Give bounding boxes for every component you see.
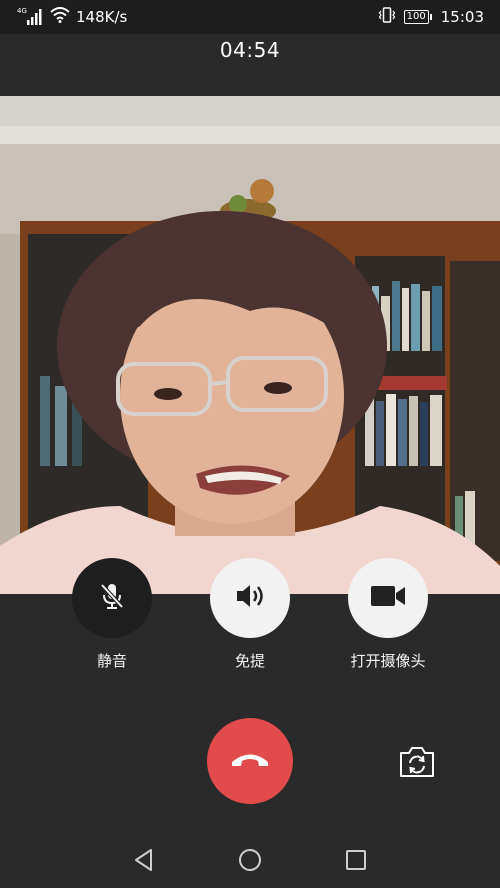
speaker-button[interactable] [210, 558, 290, 638]
wifi-icon [50, 7, 70, 27]
nav-recents-button[interactable] [344, 848, 368, 872]
speaker-icon [233, 580, 267, 616]
status-bar: 4G 148K/s 100 15:03 [0, 0, 500, 34]
network-type: 4G [17, 7, 27, 15]
mute-button[interactable] [72, 558, 152, 638]
phone-hangup-icon [230, 749, 270, 773]
recents-square-icon [344, 850, 368, 876]
call-duration: 04:54 [219, 38, 281, 62]
video-frame-image [0, 96, 500, 594]
speaker-label: 免提 [234, 652, 265, 670]
battery-icon: 100 [403, 10, 432, 24]
video-camera-icon [369, 582, 407, 614]
back-triangle-icon [132, 849, 156, 876]
home-circle-icon [238, 849, 262, 876]
hangup-button[interactable] [207, 718, 293, 804]
status-bar-right: 100 15:03 [378, 7, 484, 27]
nav-back-button[interactable] [132, 848, 156, 872]
net-speed: 148K/s [76, 8, 128, 26]
status-bar-left: 4G 148K/s [17, 7, 128, 27]
clock: 15:03 [440, 8, 484, 26]
switch-camera-button[interactable] [398, 745, 436, 779]
mic-off-icon [96, 580, 128, 616]
camera-label: 打开摄像头 [350, 652, 426, 670]
camera-switch-icon [398, 747, 436, 783]
mute-label: 静音 [96, 652, 127, 670]
vibrate-icon [378, 7, 396, 27]
cellular-signal-icon: 4G [17, 7, 44, 25]
call-header: 04:54 [0, 34, 500, 96]
camera-button[interactable] [348, 558, 428, 638]
navigation-bar [0, 830, 500, 888]
remote-video-feed[interactable] [0, 96, 500, 594]
nav-home-button[interactable] [238, 848, 262, 872]
